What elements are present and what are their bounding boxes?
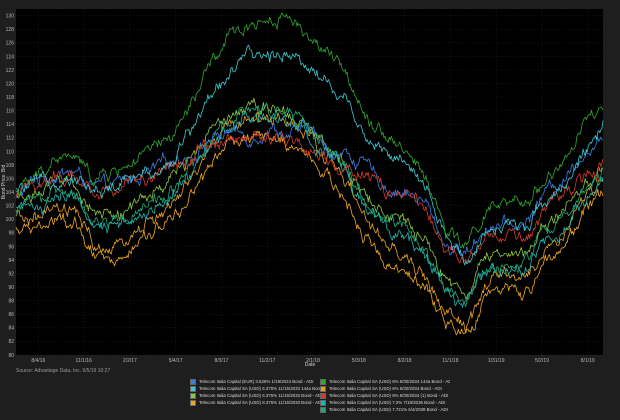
legend-item: Telecom Italia Capital SA (USD) 8.375% 1… bbox=[190, 399, 320, 406]
y-tick-label: 102 bbox=[6, 204, 15, 210]
legend-label: Telecom Italia Capital SA (USD) 6% 9/30/… bbox=[329, 379, 450, 384]
y-tick-label: 98 bbox=[8, 231, 14, 237]
plot-area bbox=[16, 9, 603, 355]
legend-swatch bbox=[320, 378, 326, 385]
legend-swatch bbox=[320, 399, 326, 406]
legend-swatch bbox=[190, 385, 196, 392]
legend-item: Telecom Italia Capital SA (USD) 6% 9/30/… bbox=[320, 385, 450, 392]
legend-item: Telecom Italia Capital SA (USD) 7.721% 6… bbox=[320, 406, 450, 413]
y-tick-label: 86 bbox=[8, 312, 14, 318]
x-tick-label: 5/4/17 bbox=[169, 358, 183, 364]
legend-label: Telecom Italia Capital SA (USD) 8.375% 1… bbox=[199, 400, 320, 405]
legend-swatch bbox=[320, 406, 326, 413]
legend-label: Telecom Italia Capital SA (USD) 7.2% 7/1… bbox=[329, 400, 446, 405]
x-tick-label: 11/2/17 bbox=[259, 358, 276, 364]
y-tick-label: 120 bbox=[6, 81, 15, 87]
y-tick-label: 124 bbox=[6, 54, 15, 60]
x-tick-label: 8/1/19 bbox=[581, 358, 595, 364]
legend-item: Telecom Italia Capital SA (USD) 6% 9/30/… bbox=[320, 392, 450, 399]
legend: Telecom Italia Capital (EUR) 3.625% 1/19… bbox=[190, 378, 450, 418]
y-tick-label: 122 bbox=[6, 68, 15, 74]
legend-swatch bbox=[190, 399, 196, 406]
y-tick-label: 90 bbox=[8, 285, 14, 291]
y-tick-label: 116 bbox=[6, 109, 14, 115]
x-tick-label: 8/2/18 bbox=[398, 358, 412, 364]
y-tick-label: 80 bbox=[8, 353, 14, 359]
y-tick-label: 88 bbox=[8, 299, 14, 305]
y-tick-label: 96 bbox=[8, 244, 14, 250]
y-tick-label: 92 bbox=[8, 271, 14, 277]
legend-item: Telecom Italia Capital (EUR) 3.625% 1/19… bbox=[190, 378, 320, 385]
legend-item bbox=[190, 406, 320, 413]
legend-swatch bbox=[320, 385, 326, 392]
line-chart: 8082848688909294969810010210410610811011… bbox=[0, 0, 620, 420]
x-tick-label: 2/2/17 bbox=[123, 358, 137, 364]
legend-label: Telecom Italia Capital SA (USD) 6% 9/30/… bbox=[329, 386, 442, 391]
x-tick-label: 11/1/16 bbox=[76, 358, 93, 364]
x-tick-label: 11/1/18 bbox=[442, 358, 459, 364]
y-tick-label: 130 bbox=[6, 14, 15, 20]
legend-item: Telecom Italia Capital SA (USD) 6.375% 1… bbox=[190, 385, 320, 392]
legend-swatch bbox=[320, 392, 326, 399]
source-note: Source: Advantage Data, Inc. 9/5/19 10:2… bbox=[16, 368, 111, 374]
y-tick-label: 110 bbox=[6, 149, 14, 155]
y-tick-label: 94 bbox=[8, 258, 14, 264]
y-tick-label: 126 bbox=[6, 41, 15, 47]
y-tick-label: 84 bbox=[8, 326, 14, 332]
legend-label: Telecom Italia Capital SA (USD) 6% 9/30/… bbox=[329, 393, 449, 398]
legend-label: Telecom Italia Capital SA (USD) 7.721% 6… bbox=[329, 407, 448, 412]
x-tick-label: 8/4/16 bbox=[31, 358, 45, 364]
legend-label: Telecom Italia Capital SA (USD) 6.375% 1… bbox=[199, 393, 320, 398]
x-axis-label: Date bbox=[305, 362, 316, 368]
legend-item: Telecom Italia Capital SA (USD) 6.375% 1… bbox=[190, 392, 320, 399]
legend-swatch bbox=[190, 392, 196, 399]
y-axis-label: Bond Price: Bid bbox=[1, 165, 7, 200]
legend-item: Telecom Italia Capital SA (USD) 7.2% 7/1… bbox=[320, 399, 450, 406]
y-tick-label: 100 bbox=[6, 217, 15, 223]
y-tick-label: 128 bbox=[6, 27, 15, 33]
legend-label: Telecom Italia Capital (EUR) 3.625% 1/19… bbox=[199, 379, 314, 384]
x-tick-label: 8/3/17 bbox=[214, 358, 228, 364]
y-tick-label: 112 bbox=[6, 136, 14, 142]
x-tick-label: 5/3/18 bbox=[352, 358, 366, 364]
legend-label: Telecom Italia Capital SA (USD) 6.375% 1… bbox=[199, 386, 320, 391]
y-tick-label: 114 bbox=[6, 122, 14, 128]
x-tick-label: 5/2/19 bbox=[535, 358, 549, 364]
y-tick-label: 118 bbox=[6, 95, 14, 101]
y-tick-label: 82 bbox=[8, 339, 14, 345]
legend-swatch bbox=[190, 378, 196, 385]
x-tick-label: 1/31/19 bbox=[488, 358, 505, 364]
legend-item: Telecom Italia Capital SA (USD) 6% 9/30/… bbox=[320, 378, 450, 385]
